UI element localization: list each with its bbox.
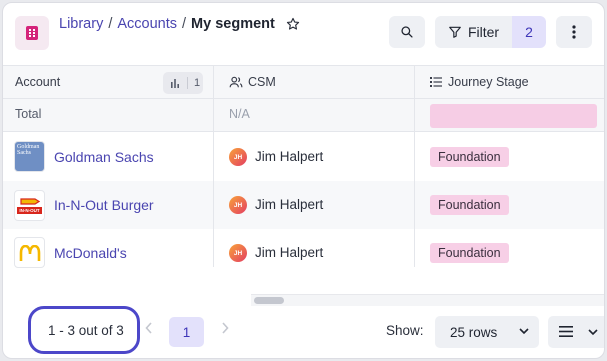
- column-divider: [414, 65, 415, 267]
- more-options-button[interactable]: [556, 16, 592, 48]
- rows-per-page-value: 25 rows: [450, 324, 498, 340]
- previous-page-button[interactable]: [145, 321, 153, 338]
- breadcrumb-library-link[interactable]: Library: [59, 16, 103, 32]
- breadcrumb: Library / Accounts / My segment: [59, 16, 300, 32]
- csm-name: Jim Halpert: [255, 197, 324, 212]
- avatar: JH: [229, 148, 247, 166]
- column-header-account[interactable]: Account: [15, 66, 60, 98]
- filter-label: Filter: [467, 24, 500, 40]
- journey-stage-total-bar: [430, 104, 597, 128]
- total-label: Total: [15, 107, 42, 121]
- breadcrumb-separator: /: [108, 16, 113, 32]
- sort-count: 1: [187, 77, 200, 89]
- more-vertical-icon: [572, 25, 576, 39]
- account-name-link[interactable]: In-N-Out Burger: [54, 197, 154, 213]
- users-icon: [229, 76, 243, 88]
- total-row: Total N/A: [3, 99, 604, 132]
- show-label: Show:: [386, 323, 424, 338]
- table-row[interactable]: Goldman Sachs Goldman Sachs JH Jim Halpe…: [3, 133, 604, 181]
- journey-stage-badge[interactable]: Foundation: [430, 147, 509, 167]
- filter-count-badge[interactable]: 2: [512, 16, 546, 48]
- column-header-journey-stage[interactable]: Journey Stage: [430, 66, 529, 98]
- scrollbar-thumb[interactable]: [254, 297, 284, 304]
- list-icon: [430, 77, 442, 87]
- star-icon[interactable]: [286, 17, 300, 31]
- breadcrumb-separator: /: [182, 16, 187, 32]
- csm-name: Jim Halpert: [255, 245, 324, 260]
- page-header: Library / Accounts / My segment Filter 2: [3, 3, 604, 65]
- csm-name: Jim Halpert: [255, 149, 324, 164]
- search-button[interactable]: [389, 16, 425, 48]
- logo-text: Goldman Sachs: [17, 144, 40, 156]
- table-header: Account 1 CSM Journey Stage: [3, 65, 604, 99]
- bar-chart-icon: [171, 79, 179, 88]
- chevron-right-icon: [222, 322, 229, 334]
- column-header-label: Account: [15, 75, 61, 89]
- avatar: JH: [229, 244, 247, 262]
- in-n-out-logo: IN-N-OUT: [14, 190, 45, 221]
- next-page-button[interactable]: [221, 321, 229, 338]
- golden-arches-icon: [19, 244, 40, 261]
- column-header-label: Journey Stage: [448, 75, 529, 89]
- table-row[interactable]: McDonald's JH Jim Halpert Foundation: [3, 229, 604, 277]
- arrow-shape-icon: [19, 198, 40, 205]
- filter-button[interactable]: Filter: [435, 16, 512, 48]
- mcdonalds-logo: [14, 237, 45, 268]
- breadcrumb-accounts-link[interactable]: Accounts: [117, 16, 177, 32]
- account-name-link[interactable]: Goldman Sachs: [54, 149, 154, 165]
- avatar: JH: [229, 196, 247, 214]
- segment-view: Library / Accounts / My segment Filter 2…: [2, 2, 605, 359]
- column-header-csm[interactable]: CSM: [229, 66, 276, 98]
- pagination-range: 1 - 3 out of 3: [48, 323, 124, 338]
- table-row[interactable]: IN-N-OUT In-N-Out Burger JH Jim Halpert …: [3, 181, 604, 229]
- chevron-down-icon: [519, 328, 529, 335]
- total-csm-value: N/A: [229, 107, 250, 121]
- segment-app-icon[interactable]: [15, 16, 49, 50]
- horizontal-scrollbar[interactable]: [251, 294, 604, 306]
- page-number-button[interactable]: 1: [169, 317, 204, 347]
- column-divider: [213, 65, 214, 267]
- logo-text: IN-N-OUT: [17, 207, 42, 214]
- filter-icon: [449, 26, 461, 38]
- column-header-label: CSM: [248, 75, 276, 89]
- page-title: My segment: [191, 16, 275, 32]
- rows-per-page-select[interactable]: 25 rows: [435, 316, 539, 348]
- journey-stage-badge[interactable]: Foundation: [430, 243, 509, 263]
- chevron-down-icon: [588, 329, 598, 336]
- search-icon: [401, 26, 413, 38]
- goldman-sachs-logo: Goldman Sachs: [14, 141, 45, 172]
- chevron-left-icon: [145, 322, 152, 334]
- journey-stage-badge[interactable]: Foundation: [430, 195, 509, 215]
- menu-lines-icon: [559, 326, 573, 337]
- account-name-link[interactable]: McDonald's: [54, 245, 127, 261]
- sort-indicator[interactable]: 1: [163, 72, 203, 94]
- view-mode-select[interactable]: [548, 316, 604, 348]
